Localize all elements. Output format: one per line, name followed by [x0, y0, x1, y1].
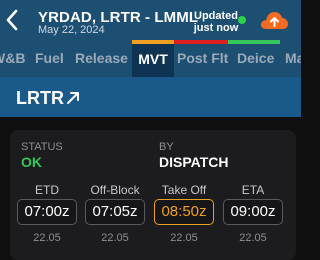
station-code: LRTR: [16, 88, 64, 108]
status-label: STATUS: [21, 141, 63, 153]
tab-deice[interactable]: Deice: [237, 50, 274, 66]
tab-indicator-deice: [228, 40, 280, 44]
off-block-label: Off-Block: [90, 183, 140, 197]
arrow-up-right-icon: [67, 92, 79, 104]
eta-time-field[interactable]: 09:00z: [223, 199, 283, 225]
tab-more[interactable]: Ma: [285, 50, 301, 66]
flight-date: May 22, 2024: [38, 24, 105, 36]
updated-status: Updated just now: [193, 10, 239, 34]
tab-post-flt[interactable]: Post Flt: [177, 50, 228, 66]
off-block-date: 22.05: [101, 232, 129, 244]
sync-status-dot-icon: [238, 16, 246, 24]
status-value: OK: [21, 154, 42, 170]
movement-card: STATUS OK BY DISPATCH ETD 07:00z 22.05 O…: [10, 130, 296, 260]
etd-time-field[interactable]: 07:00z: [17, 199, 77, 225]
by-label: BY: [159, 141, 174, 153]
etd-label: ETD: [35, 183, 59, 197]
tab-fuel[interactable]: Fuel: [35, 50, 64, 66]
etd-date: 22.05: [33, 232, 61, 244]
top-header: YRDAD, LRTR - LMML May 22, 2024 Updated …: [0, 0, 301, 40]
tab-indicator-post-flt: [174, 40, 228, 44]
tab-release[interactable]: Release: [75, 50, 128, 66]
station-header: LRTR: [0, 77, 301, 117]
tab-mvt[interactable]: MVT: [132, 44, 174, 77]
back-chevron-icon[interactable]: [4, 9, 20, 31]
take-off-label: Take Off: [161, 183, 207, 197]
tab-wb[interactable]: W&B: [0, 50, 25, 66]
by-value: DISPATCH: [159, 154, 229, 170]
off-block-time-field[interactable]: 07:05z: [85, 199, 145, 225]
take-off-date: 22.05: [170, 232, 198, 244]
tab-indicator-wb: [0, 40, 30, 44]
take-off-time-field[interactable]: 08:50z: [154, 199, 214, 225]
eta-date: 22.05: [239, 232, 267, 244]
section-tabs: W&B Fuel Release MVT Post Flt Deice Ma: [0, 40, 301, 77]
eta-label: ETA: [241, 183, 265, 197]
cloud-upload-icon[interactable]: [259, 9, 289, 31]
